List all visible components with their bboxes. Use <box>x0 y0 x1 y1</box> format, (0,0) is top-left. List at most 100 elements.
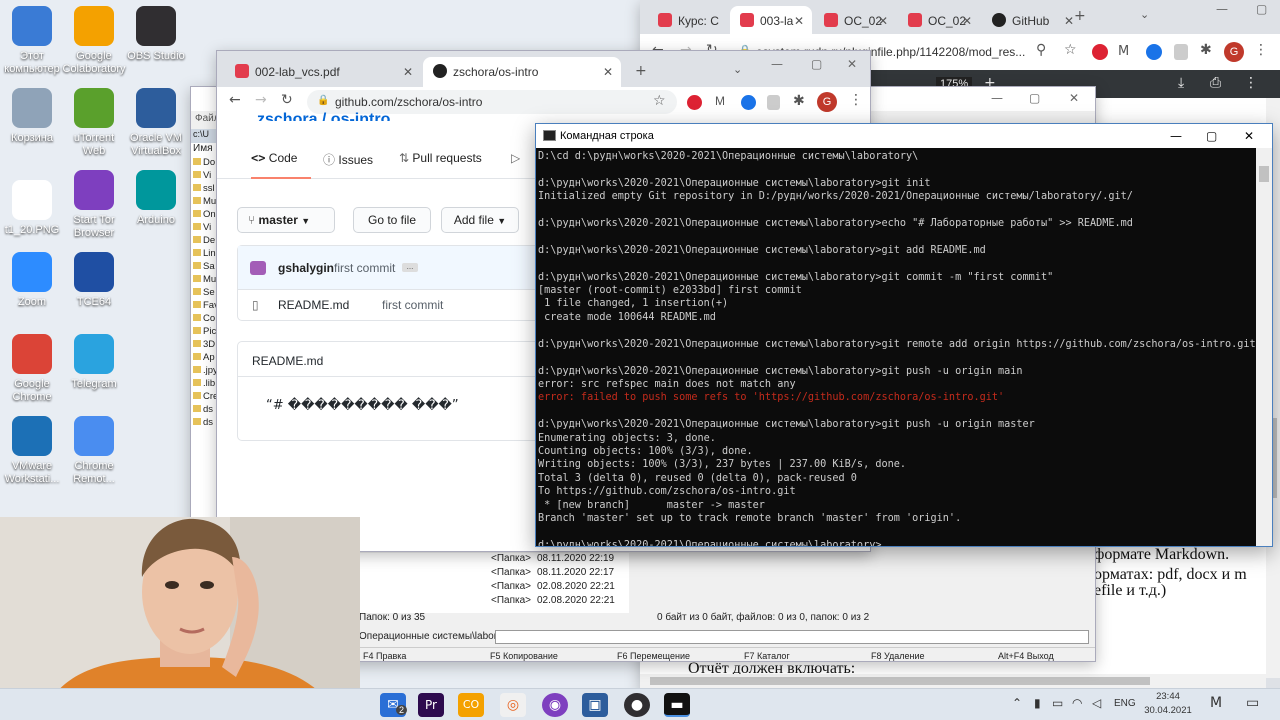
maximize-icon[interactable]: ▢ <box>1256 2 1267 16</box>
desktop-icon[interactable]: Oracle VM VirtualBox <box>124 88 188 158</box>
tab-github-os-intro[interactable]: zschora/os-intro ✕ <box>423 57 621 87</box>
tc-side-item[interactable]: Vi <box>191 222 219 235</box>
file-commit[interactable]: first commit <box>382 298 443 312</box>
profile-avatar[interactable]: G <box>1224 42 1244 62</box>
tab-github[interactable]: GitHub ✕ <box>982 6 1082 36</box>
tab-kurs[interactable]: Курс: С <box>648 6 728 36</box>
extensions-puzzle-icon[interactable]: ✱ <box>793 93 805 109</box>
battery-icon[interactable]: ▭ <box>1052 696 1063 710</box>
tab-pdf[interactable]: 002-lab_vcs.pdf ✕ <box>225 57 421 87</box>
pdf-menu-icon[interactable]: ⋮ <box>1244 75 1258 91</box>
translate-icon[interactable] <box>741 95 756 110</box>
tab-os-02-b[interactable]: ОС_02 ✕ <box>898 6 980 36</box>
minimize-icon[interactable]: — <box>1216 2 1228 16</box>
tab-os-02-a[interactable]: ОС_02 ✕ <box>814 6 896 36</box>
tab-code[interactable]: <> Code <box>251 151 311 179</box>
adblock-icon[interactable] <box>1092 44 1108 60</box>
tc-side-item[interactable]: Sa <box>191 261 219 274</box>
forward-icon[interactable]: → <box>255 92 267 108</box>
ellipsis-button[interactable]: … <box>402 263 418 272</box>
extensions-puzzle-icon[interactable]: ✱ <box>1200 42 1212 58</box>
tc-fkey-button[interactable]: F6 Перемещение <box>617 648 690 661</box>
desktop-icon[interactable]: Telegram <box>62 334 126 391</box>
tc-fkey-button[interactable]: Alt+F4 Выход <box>998 648 1054 661</box>
print-icon[interactable]: ⎙ <box>1210 75 1221 91</box>
tc-side-item[interactable]: ssl <box>191 183 219 196</box>
tc-side-item[interactable]: Se <box>191 287 219 300</box>
tc-side-item[interactable]: .jpy <box>191 365 219 378</box>
minimize-icon[interactable]: — <box>771 57 783 71</box>
tc-side-item[interactable]: Vi <box>191 170 219 183</box>
minimize-icon[interactable]: — <box>1170 124 1182 148</box>
commit-author[interactable]: gshalygin <box>278 261 334 275</box>
extension-m-icon[interactable]: M <box>715 94 725 108</box>
user-avatar[interactable] <box>250 261 266 275</box>
back-icon[interactable]: ← <box>229 92 241 108</box>
jupyter-icon[interactable]: ◎ <box>500 693 526 717</box>
tc-side-item[interactable]: Co <box>191 313 219 326</box>
desktop-icon[interactable]: uTorrent Web <box>62 88 126 158</box>
cmd-scrollbar[interactable] <box>1256 148 1272 546</box>
tc-command-input[interactable] <box>495 630 1089 644</box>
adblock-icon[interactable] <box>687 95 702 110</box>
minimize-icon[interactable]: — <box>991 91 1003 105</box>
cmd-output[interactable]: D:\cd d:\рудн\works\2020-2021\Операционн… <box>538 150 1256 546</box>
desktop-icon[interactable]: Start Tor Browser <box>62 170 126 240</box>
close-tab-icon[interactable]: ✕ <box>878 6 888 36</box>
obs-icon[interactable]: ● <box>624 693 650 717</box>
close-icon[interactable]: ✕ <box>1244 124 1254 148</box>
tc-side-item[interactable]: Pic <box>191 326 219 339</box>
tc-side-item[interactable]: .lib <box>191 378 219 391</box>
close-tab-icon[interactable]: ✕ <box>403 57 413 87</box>
notification-icon[interactable]: ▭ <box>1246 695 1259 711</box>
commit-message[interactable]: first commit <box>334 261 395 275</box>
maximize-icon[interactable]: ▢ <box>1029 91 1040 105</box>
tc-side-item[interactable]: On <box>191 209 219 222</box>
tc-side-item[interactable]: 3D <box>191 339 219 352</box>
close-icon[interactable]: ✕ <box>847 57 857 71</box>
volume-icon[interactable]: ◁ <box>1092 696 1101 710</box>
tab-search-icon[interactable]: ⌄ <box>1140 8 1149 21</box>
tab-search-icon[interactable]: ⌄ <box>733 63 742 76</box>
tab-003-lab[interactable]: 003-la ✕ <box>730 6 812 36</box>
translate-icon[interactable] <box>1146 44 1162 60</box>
desktop-icon[interactable]: TCE64 <box>62 252 126 309</box>
premiere-icon[interactable]: Pr <box>418 693 444 717</box>
actions-icon[interactable]: ▷ <box>511 151 520 165</box>
menu-kebab-icon[interactable]: ⋮ <box>1254 42 1268 58</box>
desktop-icon[interactable]: Корзина <box>0 88 64 145</box>
reload-icon[interactable]: ↻ <box>281 92 293 108</box>
desktop-icon[interactable]: Этот компьютер <box>0 6 64 76</box>
desktop-icon[interactable]: Google Chrome <box>0 334 64 404</box>
tray-chevron-icon[interactable]: ⌃ <box>1012 696 1022 710</box>
tc-side-item[interactable]: Cre <box>191 391 219 404</box>
tc-file-row[interactable]: <Папка> 02.08.2020 22:21 <box>359 595 629 609</box>
tc-file-row[interactable]: <Папка> 02.08.2020 22:21 <box>359 581 629 595</box>
tc-fkey-button[interactable]: F7 Каталог <box>744 648 790 661</box>
download-icon[interactable]: ⤓ <box>1178 75 1184 91</box>
add-file-button[interactable]: Add file ▼ <box>441 207 519 233</box>
bookmark-star-icon[interactable]: ☆ <box>1064 42 1077 58</box>
new-tab-icon[interactable]: + <box>1074 8 1086 24</box>
h-scroll-thumb[interactable] <box>650 677 1150 685</box>
file-name[interactable]: README.md <box>278 298 349 312</box>
colab-icon[interactable]: CO <box>458 693 484 717</box>
go-to-file-button[interactable]: Go to file <box>353 207 431 233</box>
tc-side-item[interactable]: De <box>191 235 219 248</box>
maximize-icon[interactable]: ▢ <box>811 57 822 71</box>
desktop-icon[interactable]: Arduino <box>124 170 188 227</box>
tab-issues[interactable]: ⓘ Issues <box>323 151 373 168</box>
clock-date[interactable]: 30.04.2021 <box>1140 705 1196 716</box>
tor-icon[interactable]: ◉ <box>542 693 568 717</box>
tc-side-item[interactable]: Do <box>191 157 219 170</box>
bookmark-star-icon[interactable]: ☆ <box>653 93 666 109</box>
zoom-lens-icon[interactable]: ⚲ <box>1036 42 1046 58</box>
tc-side-item[interactable]: Lin <box>191 248 219 261</box>
tc-fkey-button[interactable]: F4 Правка <box>363 648 406 661</box>
tc-fkey-button[interactable]: F8 Удаление <box>871 648 925 661</box>
desktop-icon[interactable]: t1_20.PNG <box>0 180 64 237</box>
tc-side-item[interactable]: ds <box>191 404 219 417</box>
profile-avatar[interactable]: G <box>817 92 837 112</box>
tc-side-item[interactable]: Ap <box>191 352 219 365</box>
url-text[interactable]: github.com/zschora/os-intro <box>335 95 482 109</box>
